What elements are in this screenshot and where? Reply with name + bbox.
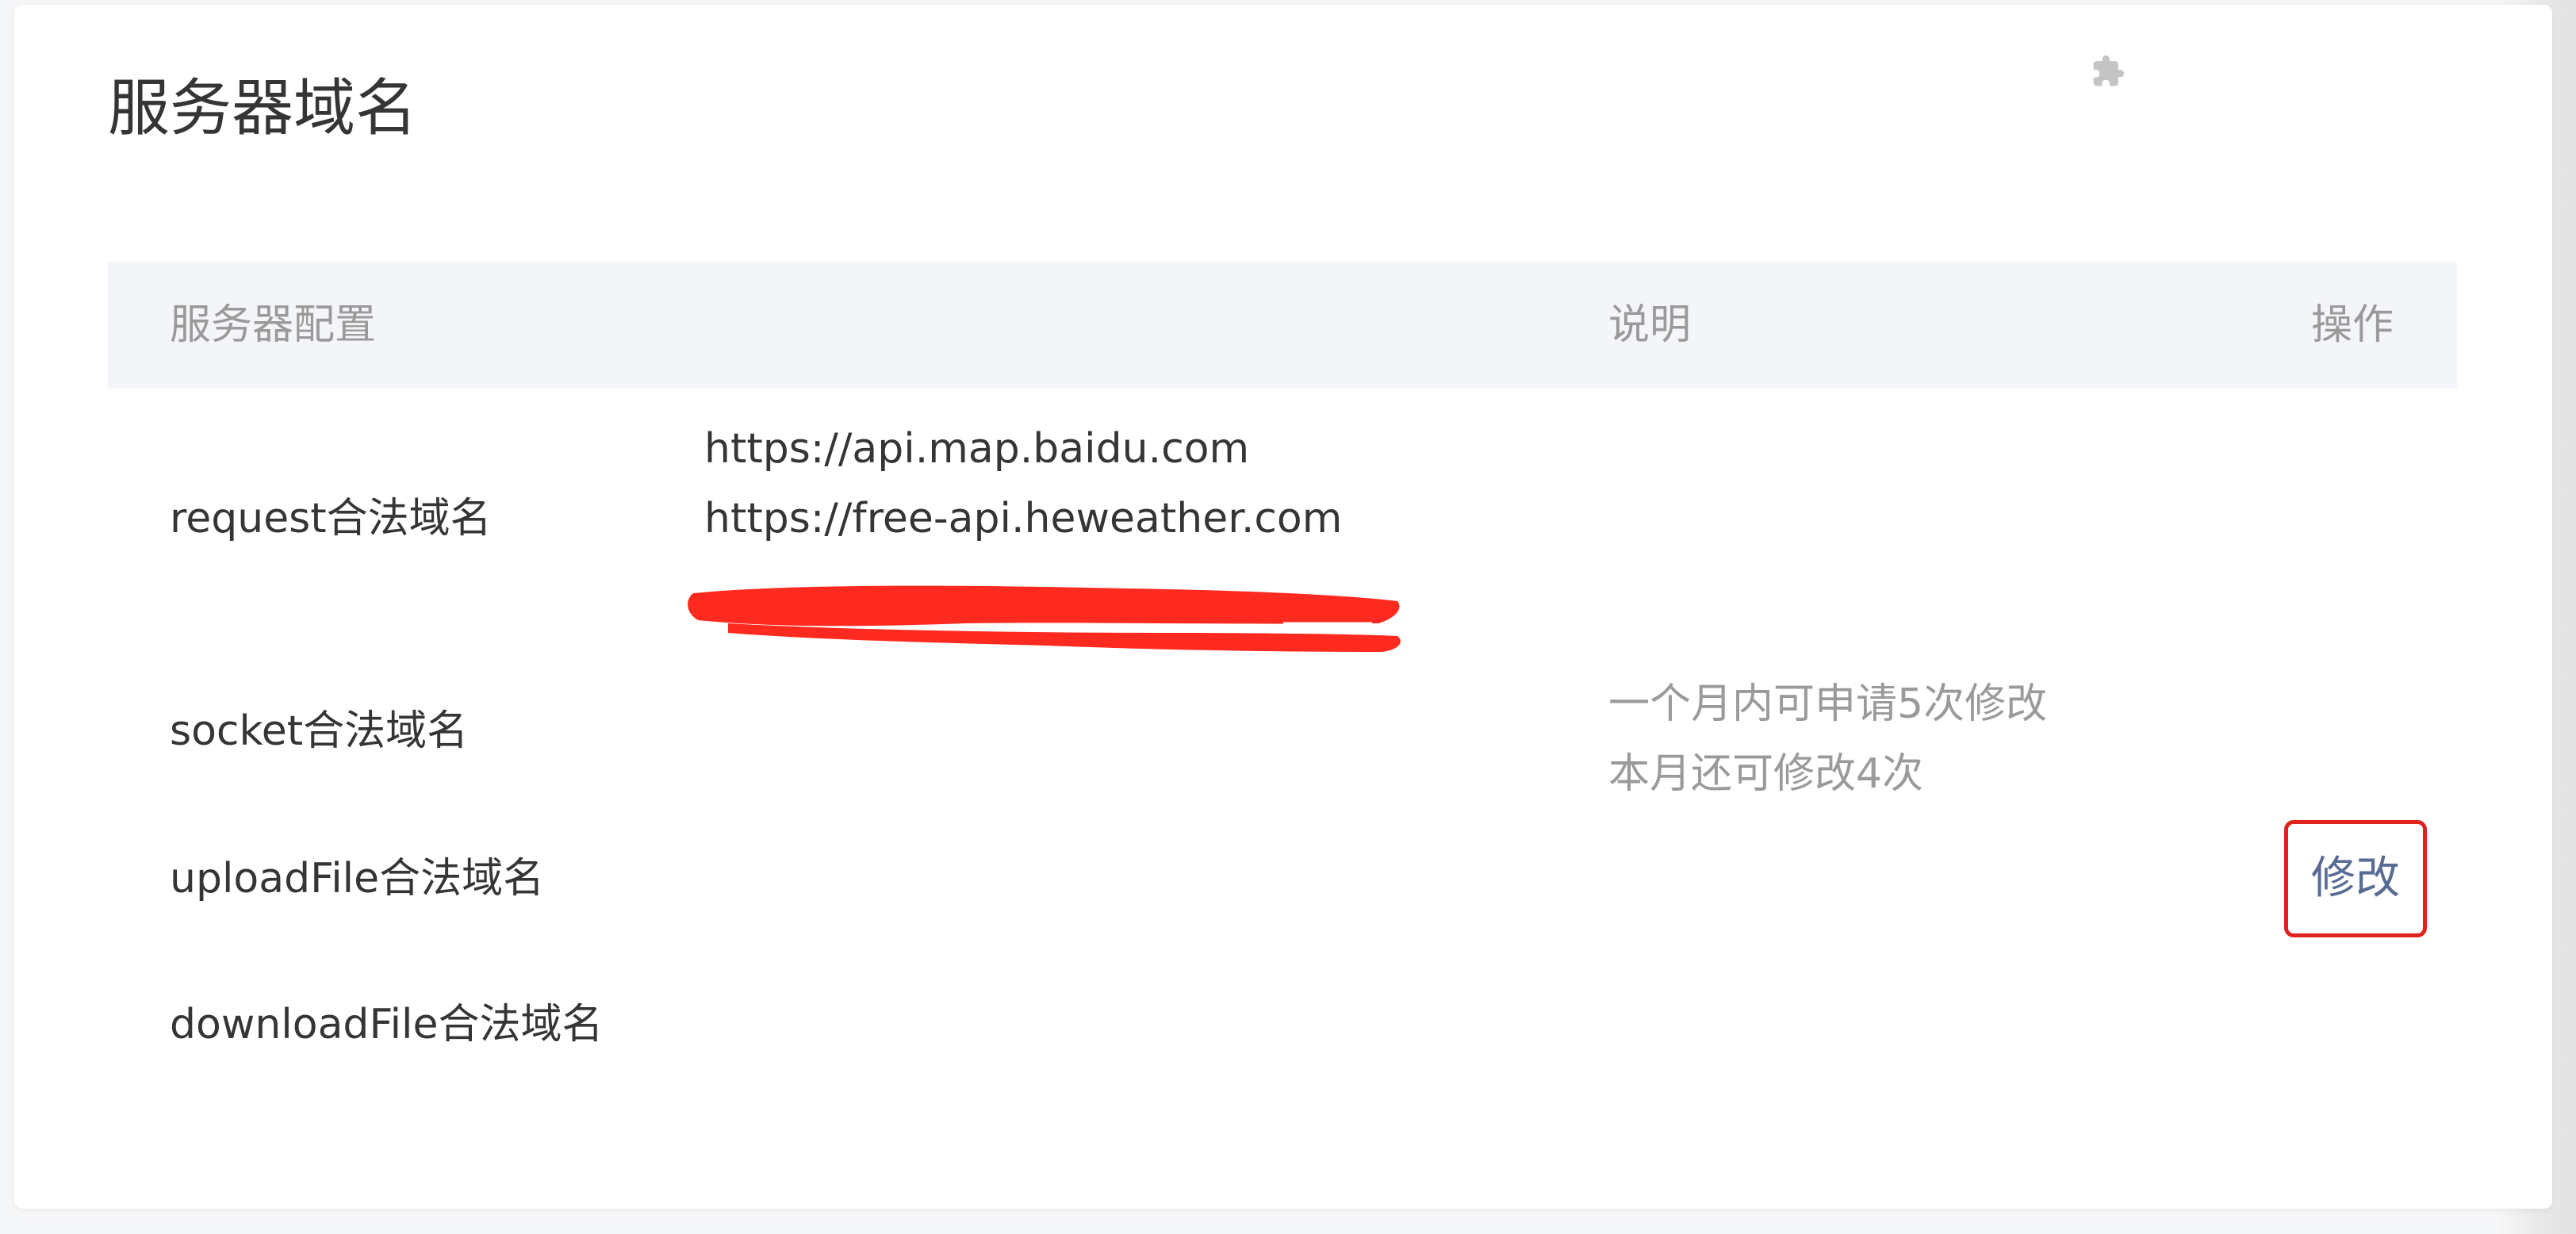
- description-line-1: 一个月内可申请5次修改: [1608, 680, 2048, 728]
- header-server-config: 服务器配置: [170, 301, 377, 349]
- table-header: 服务器配置 说明 操作: [108, 262, 2457, 389]
- header-description: 说明: [1608, 301, 1692, 349]
- header-operation: 操作: [2310, 301, 2394, 349]
- table-body: request合法域名 https://api.map.baidu.com ht…: [108, 389, 2457, 1234]
- row-label-socket: socket合法域名: [170, 707, 469, 755]
- puzzle-icon: [2091, 54, 2126, 89]
- redaction-scribble: [680, 577, 1415, 657]
- request-domain-1: https://api.map.baidu.com: [704, 425, 1250, 473]
- description-line-2: 本月还可修改4次: [1608, 750, 1924, 798]
- section-title: 服务器域名: [108, 73, 418, 144]
- server-domain-card: 服务器域名 服务器配置 说明 操作 request合法域名 https://ap…: [14, 5, 2552, 1209]
- page: 服务器域名 服务器配置 说明 操作 request合法域名 https://ap…: [0, 0, 2576, 1234]
- row-label-request: request合法域名: [170, 495, 492, 542]
- row-label-downloadfile: downloadFile合法域名: [170, 1001, 604, 1048]
- row-label-uploadfile: uploadFile合法域名: [170, 855, 545, 903]
- edit-button[interactable]: 修改: [2284, 820, 2427, 937]
- request-domain-2: https://free-api.heweather.com: [704, 495, 1343, 542]
- server-config-table: 服务器配置 说明 操作 request合法域名 https://api.map.…: [108, 262, 2457, 1234]
